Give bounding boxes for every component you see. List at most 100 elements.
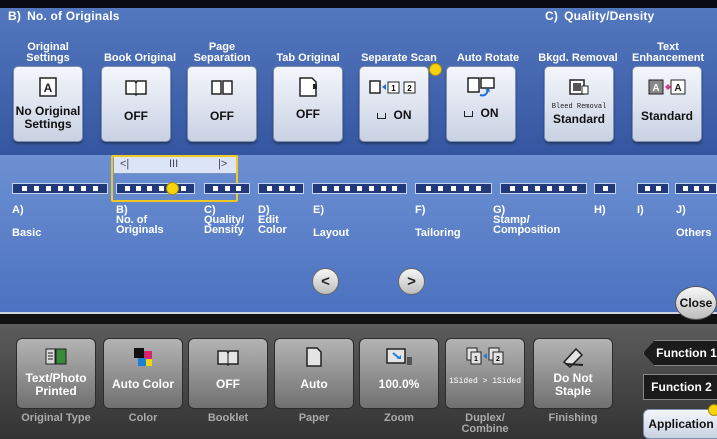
previous-page-button[interactable]: < <box>312 268 339 295</box>
paper-icon <box>305 346 323 368</box>
menu-letter: E) <box>313 204 324 216</box>
category-bar-g[interactable] <box>500 183 587 194</box>
category-bar-h[interactable] <box>594 183 616 194</box>
menu-f[interactable]: F) Tailoring <box>415 204 461 239</box>
page-separation-button[interactable]: OFF <box>187 66 257 142</box>
menu-label: Layout <box>313 227 350 239</box>
bkgd-removal-button[interactable]: Bleed Removal Standard <box>544 66 614 142</box>
button-label: No Original Settings <box>15 104 81 131</box>
menu-label: Basic <box>12 227 42 239</box>
svg-text:A: A <box>652 83 659 94</box>
booklet-icon <box>216 346 240 368</box>
button-label: Auto <box>300 377 328 391</box>
original-type-button[interactable]: Text/Photo Printed <box>16 338 96 409</box>
button-label: OFF <box>216 377 240 391</box>
tab-label: Application <box>648 417 714 431</box>
text-photo-icon <box>44 346 68 368</box>
header-original-settings: Original Settings <box>26 41 70 64</box>
tab-original-button[interactable]: OFF <box>273 66 343 142</box>
header-text-enhancement: Text Enhancement <box>632 41 705 64</box>
tab-function-1[interactable]: Function 1 <box>643 340 717 366</box>
menu-h[interactable]: H) <box>594 204 606 216</box>
next-page-button[interactable]: > <box>398 268 425 295</box>
slider-selection-frame <box>111 155 238 202</box>
menu-label: No. of Originals <box>116 214 164 236</box>
section-title: No. of Originals <box>27 9 120 23</box>
separate-scan-icon: 12 <box>368 77 420 97</box>
svg-text:A: A <box>44 81 53 95</box>
menu-letter: H) <box>594 204 606 216</box>
header-tab-original: Tab Original <box>276 52 340 64</box>
category-bar-c[interactable] <box>204 183 250 194</box>
caption-original-type: Original Type <box>21 412 91 424</box>
separate-scan-button[interactable]: 12 ON <box>359 66 429 142</box>
menu-i[interactable]: I) <box>637 205 644 216</box>
setting-changed-indicator <box>429 63 442 76</box>
menu-b[interactable]: B) No. of Originals <box>116 205 176 236</box>
section-letter: C) <box>545 9 559 23</box>
category-bar-d[interactable] <box>258 183 304 194</box>
chevron-left-icon: < <box>321 273 330 290</box>
caption-finishing: Finishing <box>548 412 598 424</box>
caption-duplex: Duplex/ Combine <box>461 412 509 435</box>
caption-color: Color <box>128 412 158 424</box>
header-page-separation: Page Separation <box>193 41 251 64</box>
caption-booklet: Booklet <box>207 412 249 424</box>
menu-letter: J) <box>676 204 686 216</box>
button-label: Auto Color <box>112 377 174 391</box>
category-bar-i[interactable] <box>637 183 669 194</box>
duplex-icon: 12 <box>465 346 505 368</box>
tab-application[interactable]: Application <box>643 409 717 439</box>
toggle-indicator-icon <box>376 112 386 119</box>
book-original-icon <box>124 77 148 97</box>
section-header-c: C) Quality/Density <box>545 9 654 23</box>
paper-button[interactable]: Auto <box>274 338 354 409</box>
category-bar-j[interactable] <box>675 183 717 194</box>
category-bar-e[interactable] <box>312 183 407 194</box>
menu-a[interactable]: A) Basic <box>12 204 42 239</box>
button-label: ON <box>393 108 412 122</box>
menu-e[interactable]: E) Layout <box>313 204 350 239</box>
button-label: OFF <box>124 109 148 123</box>
staple-icon <box>561 346 585 368</box>
svg-text:2: 2 <box>407 84 412 93</box>
category-bar-b[interactable] <box>116 183 195 194</box>
book-original-button[interactable]: OFF <box>101 66 171 142</box>
button-label: ON <box>480 106 499 120</box>
svg-text:1: 1 <box>391 84 396 93</box>
booklet-button[interactable]: OFF <box>188 338 268 409</box>
finishing-button[interactable]: Do Not Staple <box>533 338 613 409</box>
close-button[interactable]: Close <box>675 286 717 320</box>
bleed-removal-text: Bleed Removal <box>551 103 607 111</box>
category-changed-indicator <box>166 182 179 195</box>
menu-j[interactable]: J) Others <box>676 204 711 239</box>
button-label: Text/Photo Printed <box>25 371 87 398</box>
menu-d[interactable]: D) Edit Color <box>258 205 298 236</box>
menu-c[interactable]: C) Quality/ Density <box>204 205 248 236</box>
duplex-button[interactable]: 12 1Sided > 1Sided <box>445 338 525 409</box>
page-separation-icon <box>210 77 234 97</box>
original-settings-icon: A <box>39 77 57 97</box>
text-enhancement-button[interactable]: AA Standard <box>632 66 702 142</box>
category-bar-a[interactable] <box>12 183 108 194</box>
category-bar-f[interactable] <box>415 183 492 194</box>
tab-function-2[interactable]: Function 2 <box>643 374 717 400</box>
button-label: OFF <box>210 109 234 123</box>
menu-g[interactable]: G) Stamp/ Composition <box>493 205 573 236</box>
section-title: Quality/Density <box>564 9 655 23</box>
menu-letter: A) <box>12 204 24 216</box>
zoom-button[interactable]: 100.0% <box>359 338 439 409</box>
original-settings-button[interactable]: A No Original Settings <box>13 66 83 142</box>
auto-rotate-button[interactable]: ON <box>446 66 516 142</box>
color-button[interactable]: Auto Color <box>103 338 183 409</box>
button-label: Standard <box>552 112 605 126</box>
menu-letter: F) <box>415 204 426 216</box>
text-enhancement-icon: AA <box>647 77 687 97</box>
background-removal-icon <box>568 77 590 97</box>
menu-label: Quality/ Density <box>204 214 245 236</box>
menu-label: Edit Color <box>258 214 287 236</box>
button-label: 1Sided > 1Sided <box>448 377 521 386</box>
header-bkgd-removal: Bkgd. Removal <box>538 52 618 64</box>
caption-zoom: Zoom <box>384 412 414 424</box>
auto-color-icon <box>132 346 154 368</box>
